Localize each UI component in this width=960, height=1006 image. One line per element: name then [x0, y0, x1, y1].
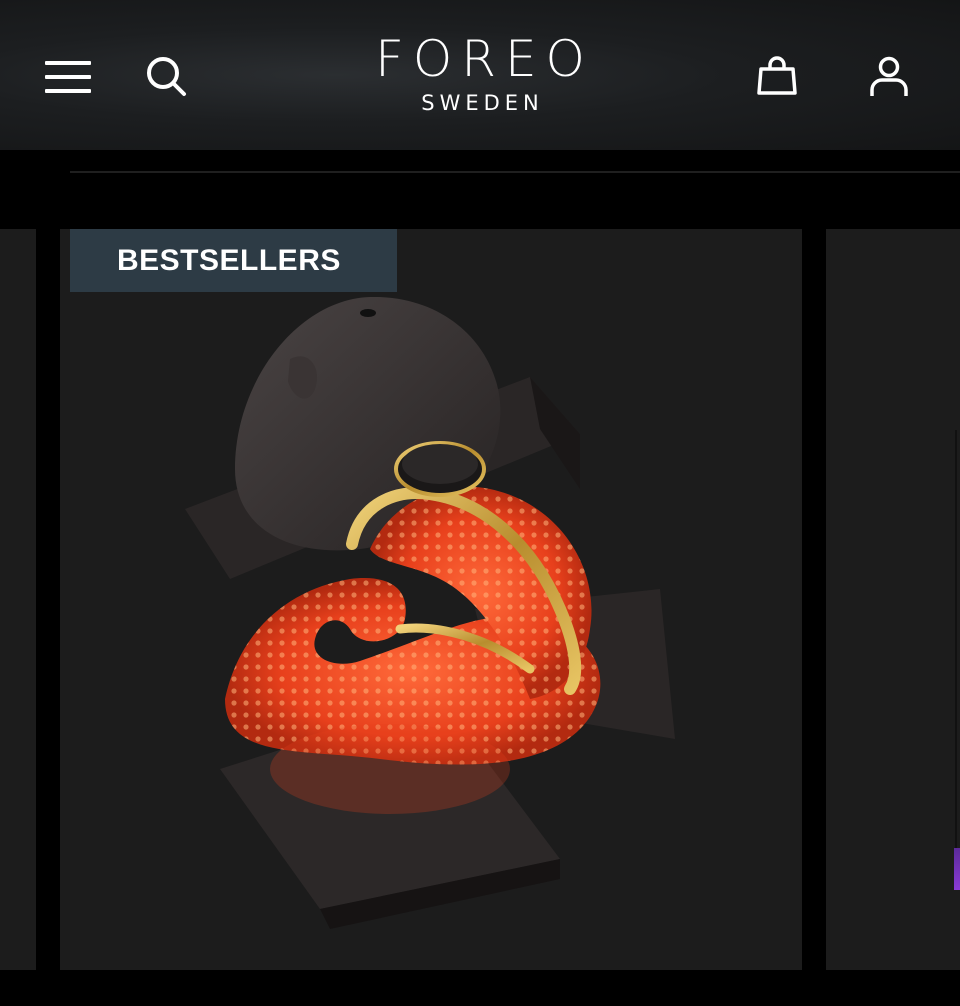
header-divider — [70, 171, 960, 173]
menu-button[interactable] — [40, 50, 96, 104]
brand-name: FOREO — [375, 30, 594, 88]
site-header: FOREO SWEDEN — [0, 0, 960, 150]
carousel-card-previous[interactable] — [0, 229, 36, 970]
brand-logo[interactable]: FOREO SWEDEN — [330, 30, 630, 116]
bestsellers-badge: BESTSELLERS — [70, 229, 397, 292]
carousel-card-next[interactable] — [826, 229, 960, 970]
search-button[interactable] — [138, 50, 196, 104]
shopping-bag-button[interactable] — [748, 48, 806, 104]
user-account-icon — [870, 56, 908, 96]
product-image[interactable] — [60, 289, 802, 970]
carousel-card-active[interactable]: BESTSELLERS — [60, 229, 802, 970]
brand-region: SWEDEN — [421, 91, 544, 115]
next-card-accent — [954, 848, 960, 890]
next-card-edge — [955, 430, 957, 848]
hamburger-menu-icon — [45, 61, 91, 93]
search-icon — [147, 57, 186, 96]
shopping-bag-icon — [757, 56, 797, 95]
account-button[interactable] — [860, 48, 918, 106]
